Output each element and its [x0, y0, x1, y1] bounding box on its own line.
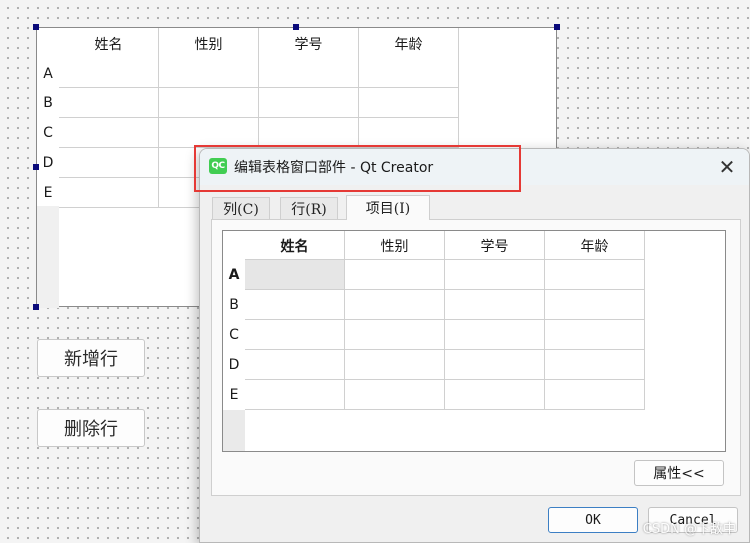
table-cell-selected[interactable]	[245, 260, 345, 290]
table-cell[interactable]	[345, 290, 445, 320]
table-cell[interactable]	[359, 88, 459, 118]
selection-handle[interactable]	[33, 304, 39, 310]
table-cell[interactable]	[545, 290, 645, 320]
table-cell[interactable]	[59, 178, 159, 208]
vertical-header-filler	[37, 206, 59, 308]
table-cell[interactable]	[259, 118, 359, 148]
table-cell[interactable]	[259, 58, 359, 88]
table-cell[interactable]	[59, 58, 159, 88]
table-cell[interactable]	[545, 320, 645, 350]
table-cell[interactable]	[445, 290, 545, 320]
table-cell[interactable]	[545, 350, 645, 380]
column-header[interactable]: 学号	[445, 231, 545, 260]
table-cell[interactable]	[345, 320, 445, 350]
tab-rows[interactable]: 行(R)	[280, 197, 338, 219]
table-cell[interactable]	[245, 380, 345, 410]
items-tab-pane: 姓名 性别 学号 年龄 A B C D E 属性<<	[211, 219, 741, 496]
table-cell[interactable]	[445, 260, 545, 290]
table-cell[interactable]	[159, 88, 259, 118]
column-header: 姓名	[59, 28, 159, 60]
delete-row-button[interactable]: 删除行	[37, 409, 145, 447]
table-cell[interactable]	[359, 58, 459, 88]
selection-handle[interactable]	[293, 24, 299, 30]
column-header[interactable]: 性别	[345, 231, 445, 260]
table-cell[interactable]	[445, 320, 545, 350]
row-header: B	[37, 88, 59, 118]
watermark: CSDN @卞敌中	[642, 522, 736, 537]
table-cell[interactable]	[245, 290, 345, 320]
selection-handle[interactable]	[33, 24, 39, 30]
row-header: E	[37, 178, 59, 208]
properties-button[interactable]: 属性<<	[634, 460, 724, 486]
tab-items[interactable]: 项目(I)	[346, 195, 430, 220]
vertical-header-filler	[223, 410, 245, 451]
edit-table-dialog: QC 编辑表格窗口部件 - Qt Creator ✕ 列(C) 行(R) 项目(…	[199, 148, 750, 543]
table-cell[interactable]	[345, 380, 445, 410]
table-cell[interactable]	[259, 88, 359, 118]
table-cell[interactable]	[445, 350, 545, 380]
add-row-button[interactable]: 新增行	[37, 339, 145, 377]
selection-handle[interactable]	[554, 24, 560, 30]
tab-columns[interactable]: 列(C)	[212, 197, 270, 219]
table-cell[interactable]	[245, 350, 345, 380]
column-header: 性别	[159, 28, 259, 60]
column-header[interactable]: 年龄	[545, 231, 645, 260]
dialog-title: 编辑表格窗口部件 - Qt Creator	[234, 160, 434, 176]
table-cell[interactable]	[59, 148, 159, 178]
table-cell[interactable]	[445, 380, 545, 410]
table-cell[interactable]	[245, 320, 345, 350]
qt-creator-icon: QC	[209, 158, 227, 174]
table-cell[interactable]	[59, 118, 159, 148]
row-header[interactable]: E	[223, 380, 245, 410]
column-header[interactable]: 姓名	[245, 231, 345, 260]
table-cell[interactable]	[159, 58, 259, 88]
row-header: A	[37, 59, 59, 89]
close-icon[interactable]: ✕	[715, 155, 739, 179]
row-header[interactable]: D	[223, 350, 245, 380]
row-header: C	[37, 118, 59, 148]
ok-button[interactable]: OK	[548, 507, 638, 533]
dialog-titlebar[interactable]: QC 编辑表格窗口部件 - Qt Creator ✕	[200, 149, 749, 185]
row-header: D	[37, 148, 59, 178]
table-cell[interactable]	[545, 380, 645, 410]
table-cell[interactable]	[345, 260, 445, 290]
table-cell[interactable]	[359, 118, 459, 148]
row-header[interactable]: A	[223, 260, 245, 290]
column-header: 学号	[259, 28, 359, 60]
table-corner	[37, 28, 59, 60]
table-cell[interactable]	[59, 88, 159, 118]
table-cell[interactable]	[545, 260, 645, 290]
row-header[interactable]: C	[223, 320, 245, 350]
selection-handle[interactable]	[33, 164, 39, 170]
row-header[interactable]: B	[223, 290, 245, 320]
table-cell[interactable]	[159, 118, 259, 148]
table-corner	[223, 231, 245, 260]
column-header: 年龄	[359, 28, 459, 60]
table-cell[interactable]	[345, 350, 445, 380]
items-table[interactable]: 姓名 性别 学号 年龄 A B C D E	[222, 230, 726, 452]
